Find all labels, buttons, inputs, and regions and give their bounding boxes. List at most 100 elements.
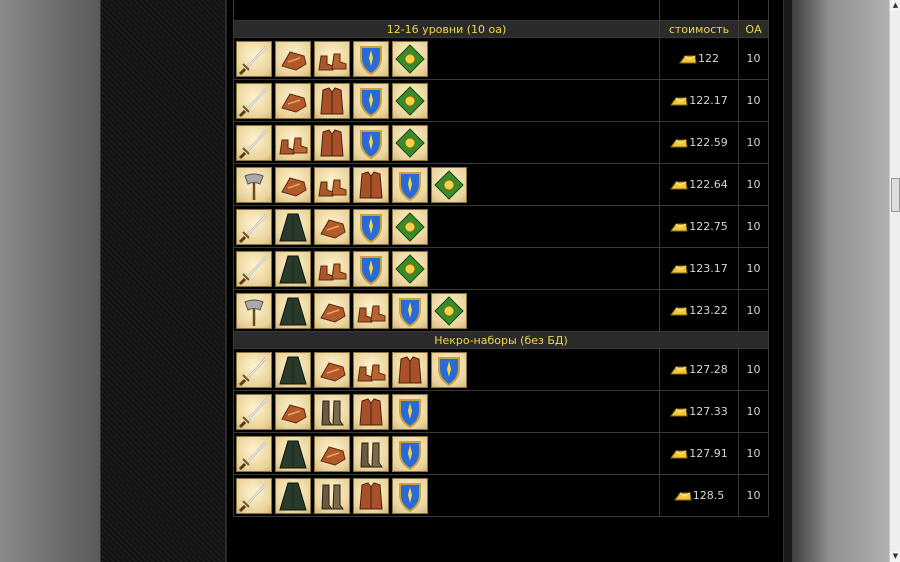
sword-icon[interactable] [236,40,272,77]
cloak-icon[interactable] [275,292,311,329]
set-cost: 127.33 [659,390,739,433]
gold-icon [670,137,688,149]
cloak-icon[interactable] [275,477,311,514]
equipment-sets-table: 12-16 уровни (10 оа) стоимость ОА 122 10… [233,0,769,517]
gloves-icon[interactable] [275,393,311,430]
boots-icon[interactable] [353,292,389,329]
scroll-down-button[interactable]: ▼ [890,551,900,562]
shield-icon[interactable] [392,393,428,430]
high-boots-icon[interactable] [353,435,389,472]
gold-icon [670,95,688,107]
scroll-thumb[interactable] [891,178,900,212]
amulet-icon[interactable] [431,292,467,329]
sword-icon[interactable] [236,435,272,472]
set-cost: 123.17 [659,247,739,290]
high-boots-icon[interactable] [314,393,350,430]
frame-right-edge [783,0,792,562]
scroll-up-button[interactable]: ▲ [890,0,900,11]
sword-icon[interactable] [236,208,272,245]
group-title-levels: 12-16 уровни (10 оа) [233,20,660,38]
group-header-row: 12-16 уровни (10 оа) стоимость ОА [233,20,769,38]
gloves-icon[interactable] [275,40,311,77]
set-cost: 127.28 [659,348,739,391]
shield-icon[interactable] [392,477,428,514]
amulet-icon[interactable] [392,250,428,287]
shield-icon[interactable] [392,166,428,203]
cloak-icon[interactable] [275,250,311,287]
table-row: 127.91 10 [233,432,769,475]
sword-icon[interactable] [236,250,272,287]
gloves-icon[interactable] [314,292,350,329]
sword-icon[interactable] [236,477,272,514]
shield-icon[interactable] [353,40,389,77]
set-oa: 10 [738,390,769,433]
axe-icon[interactable] [236,166,272,203]
shield-icon[interactable] [353,82,389,119]
shield-icon[interactable] [353,208,389,245]
shield-icon[interactable] [353,250,389,287]
page-scrollbar[interactable]: ▲ ▼ [889,0,900,562]
boots-icon[interactable] [314,40,350,77]
gloves-icon[interactable] [275,82,311,119]
leather-vest-icon[interactable] [353,393,389,430]
page-background-left [0,0,100,562]
oa-column-header: ОА [738,20,769,38]
set-cost: 122.17 [659,79,739,122]
set-oa: 10 [738,289,769,332]
cloak-icon[interactable] [275,435,311,472]
sword-icon[interactable] [236,393,272,430]
set-cost: 122.59 [659,121,739,164]
group-header-row: Некро-наборы (без БД) [233,331,769,349]
cost-column-header: стоимость [659,20,739,38]
gold-icon [679,53,697,65]
boots-icon[interactable] [275,124,311,161]
sword-icon[interactable] [236,82,272,119]
shield-icon[interactable] [431,351,467,388]
amulet-icon[interactable] [431,166,467,203]
set-oa: 10 [738,205,769,248]
high-boots-icon[interactable] [314,477,350,514]
set-oa: 10 [738,121,769,164]
leather-vest-icon[interactable] [314,82,350,119]
boots-icon[interactable] [314,250,350,287]
amulet-icon[interactable] [392,40,428,77]
shield-icon[interactable] [392,292,428,329]
leather-vest-icon[interactable] [314,124,350,161]
table-row: 122.75 10 [233,205,769,248]
amulet-icon[interactable] [392,82,428,119]
shield-icon[interactable] [353,124,389,161]
set-cost: 128.5 [659,474,739,517]
site-frame: 12-16 уровни (10 оа) стоимость ОА 122 10… [100,0,792,562]
gold-icon [670,406,688,418]
table-row: 122.17 10 [233,79,769,122]
table-row: 127.28 10 [233,348,769,391]
table-row: 128.5 10 [233,474,769,517]
cloak-icon[interactable] [275,208,311,245]
amulet-icon[interactable] [392,124,428,161]
gold-icon [670,448,688,460]
axe-icon[interactable] [236,292,272,329]
sword-icon[interactable] [236,124,272,161]
set-oa: 10 [738,79,769,122]
gold-icon [670,179,688,191]
cloak-icon[interactable] [275,351,311,388]
leather-vest-icon[interactable] [392,351,428,388]
boots-icon[interactable] [314,166,350,203]
leather-vest-icon[interactable] [353,477,389,514]
gloves-icon[interactable] [314,351,350,388]
gloves-icon[interactable] [314,435,350,472]
boots-icon[interactable] [353,351,389,388]
shield-icon[interactable] [392,435,428,472]
table-row: 122.64 10 [233,163,769,206]
amulet-icon[interactable] [392,208,428,245]
gloves-icon[interactable] [275,166,311,203]
table-row-partial [233,0,769,21]
leather-vest-icon[interactable] [353,166,389,203]
set-cost: 122.75 [659,205,739,248]
set-oa: 10 [738,247,769,290]
set-cost: 123.22 [659,289,739,332]
table-row: 122 10 [233,37,769,80]
set-oa: 10 [738,432,769,475]
sword-icon[interactable] [236,351,272,388]
gloves-icon[interactable] [314,208,350,245]
